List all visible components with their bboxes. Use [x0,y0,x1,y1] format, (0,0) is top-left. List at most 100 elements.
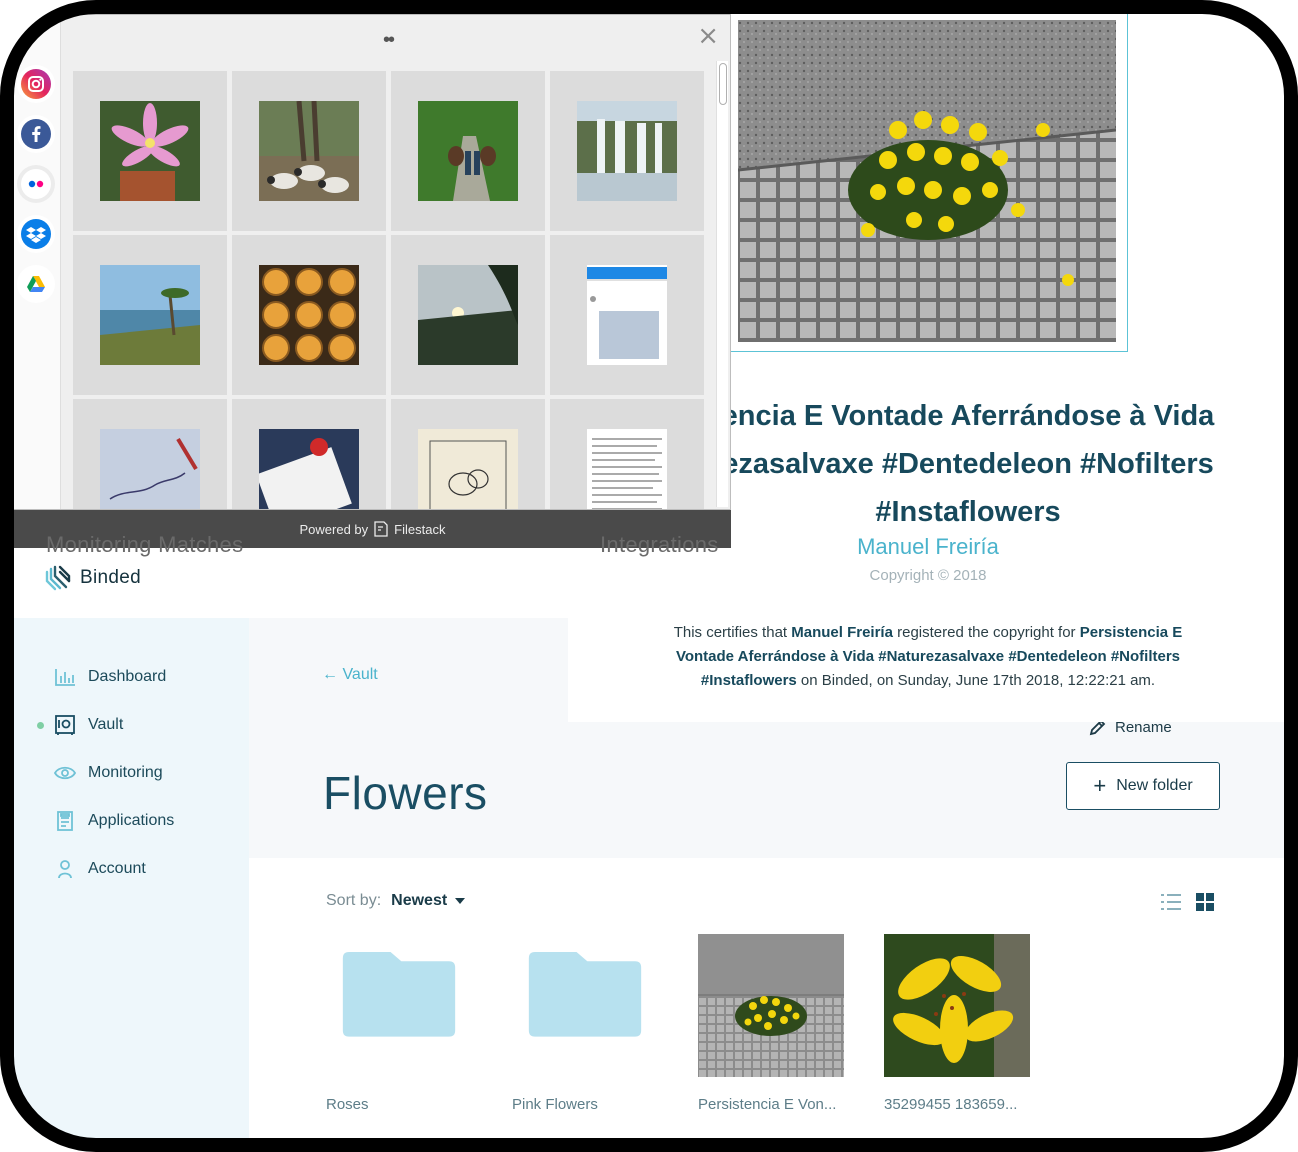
brand-logo[interactable]: Binded [44,564,141,592]
picker-thumbnail[interactable] [550,235,704,395]
folder-pink-flowers[interactable]: Pink Flowers [512,934,660,1113]
filestack-picker: •• × [12,14,731,510]
picker-thumbnail[interactable] [73,71,227,231]
pink-flower-photo [100,101,200,201]
grid-view-icon[interactable] [1196,893,1214,911]
facebook-icon [21,119,51,149]
picker-thumbnail[interactable] [73,399,227,509]
scrollbar-thumb[interactable] [719,63,727,105]
picker-thumbnail[interactable] [232,399,386,509]
handwriting-photo [100,429,200,509]
certificate-title: encia E Vontade Aferrándose à Vida ezasa… [668,392,1268,536]
sidebar-item-label: Applications [88,812,175,829]
sidebar: Dashboard Vault Monitoring Applications [14,618,249,1140]
text-document-photo [587,429,667,509]
active-indicator [37,722,44,729]
certificate-photo-frame [718,0,1128,352]
instagram-icon [21,69,51,99]
galego-sign-photo [259,429,359,509]
vault-icon [54,714,76,736]
picker-thumbnail[interactable] [232,71,386,231]
sheep-photo [259,101,359,201]
sidebar-item-vault[interactable]: Vault [54,714,123,736]
sort-value: Newest [391,892,448,909]
source-dropbox[interactable] [17,215,55,253]
sort-dropdown[interactable]: Newest [391,892,466,910]
picker-scrollbar[interactable] [716,61,728,507]
google-drive-icon [21,269,51,299]
brand-name: Binded [80,567,141,588]
item-label: 35299455 183659... [884,1096,1018,1113]
ghost-tab-monitoring-matches: Monitoring Matches [46,532,244,557]
certificate-photo [738,20,1116,342]
image-dandelions[interactable]: Persistencia E Von... [698,934,846,1113]
drag-handle[interactable]: •• [383,29,395,52]
coast-photo [100,265,200,365]
statement-name: Manuel Freiría [791,624,893,641]
picker-thumbnail[interactable] [391,399,545,509]
sidebar-item-monitoring[interactable]: Monitoring [54,762,163,784]
item-label: Roses [326,1096,369,1113]
certificate-title-line: ezasalvaxe #Dentedeleon #Nofilters [722,448,1214,480]
sort-label: Sort by: [326,892,382,909]
user-icon [54,858,76,880]
picker-photo-grid [73,71,705,509]
lily-photo-thumbnail [884,934,1030,1077]
filestack-brand: Filestack [394,521,446,537]
source-list [13,15,61,509]
drawing-photo [418,429,518,509]
flickr-icon [21,169,51,199]
sidebar-item-label: Monitoring [88,764,163,781]
filestack-logo-icon [374,521,388,537]
sort-control: Sort by: Newest [326,892,466,910]
sunset-photo [418,265,518,365]
source-facebook[interactable] [17,115,55,153]
item-label: Persistencia E Von... [698,1096,837,1113]
new-folder-label: New folder [1116,777,1193,794]
picker-thumbnail[interactable] [73,235,227,395]
sidebar-item-account[interactable]: Account [54,858,146,880]
sidebar-item-label: Account [88,860,146,877]
source-google-drive[interactable] [17,265,55,303]
waterfall-photo [577,101,677,201]
plus-icon: + [1093,773,1107,798]
source-flickr[interactable] [17,165,55,203]
source-instagram[interactable] [17,65,55,103]
picker-thumbnail[interactable] [550,71,704,231]
certificate-author: Manuel Freiría [857,534,999,559]
app-screenshot-photo [587,265,667,365]
eye-icon [54,762,76,784]
image-yellow-lily[interactable]: 35299455 183659... [884,934,1032,1113]
folder-icon [528,952,642,1037]
picker-thumbnail[interactable] [391,235,545,395]
statement-prefix: This certifies that [673,624,792,641]
sidebar-item-label: Vault [88,716,124,733]
certificate-title-line: encia E Vontade Aferrándose à Vida [721,400,1215,432]
list-view-icon[interactable] [1160,893,1182,911]
certificate-title-line: #Instaflowers [875,496,1061,528]
pastries-photo [259,265,359,365]
certificate-statement: This certifies that Manuel Freiría regis… [668,621,1188,693]
statement-mid: registered the copyright for [892,624,1080,641]
picker-thumbnail[interactable] [550,399,704,509]
picker-header: •• × [61,15,731,59]
sidebar-item-dashboard[interactable]: Dashboard [54,666,166,688]
bar-chart-icon [54,666,76,688]
picker-thumbnail[interactable] [232,235,386,395]
dandelion-photo-thumbnail [698,934,844,1077]
folder-roses[interactable]: Roses [326,934,474,1113]
page-title: Flowers [323,767,488,819]
dropbox-icon [21,219,51,249]
back-to-vault-link[interactable]: ← Vault [322,666,378,684]
close-icon[interactable]: × [697,21,719,51]
cows-path-photo [418,101,518,201]
statement-suffix: on Binded, on Sunday, June 17th 2018, 12… [796,672,1156,689]
ghost-tab-integrations: Integrations [600,532,719,557]
picker-thumbnail[interactable] [391,71,545,231]
sidebar-item-label: Dashboard [88,668,167,685]
new-folder-button[interactable]: + New folder [1066,762,1220,810]
sidebar-item-applications[interactable]: Applications [54,810,174,832]
folder-icon [342,952,456,1037]
binded-logo-icon [45,565,71,591]
certificate-copyright: Copyright © 2018 [869,567,987,584]
